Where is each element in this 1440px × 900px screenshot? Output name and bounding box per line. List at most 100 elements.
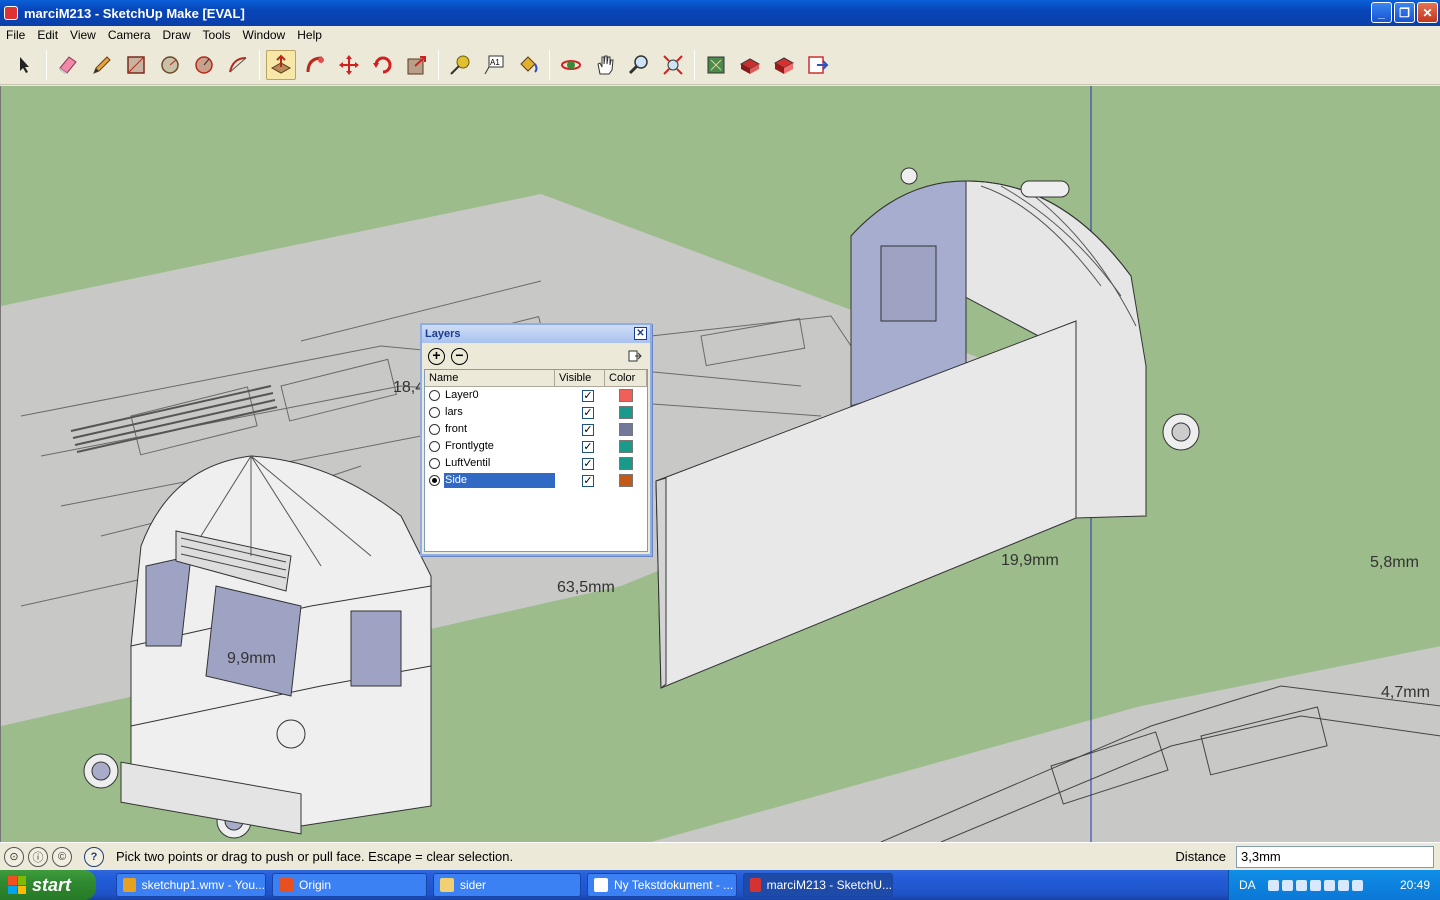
credits-icon[interactable]: ⓘ xyxy=(28,846,48,867)
wifi-icon[interactable] xyxy=(1351,879,1363,891)
column-header-color[interactable]: Color xyxy=(605,370,647,386)
taskbar-task[interactable]: Ny Tekstdokument - ... xyxy=(587,873,737,897)
close-button[interactable]: ✕ xyxy=(1417,2,1438,23)
layer-color-swatch[interactable] xyxy=(619,457,633,470)
layer-name[interactable]: lars xyxy=(444,405,555,420)
polygon-tool-button[interactable] xyxy=(189,50,219,80)
tape-measure-tool-button[interactable] xyxy=(445,50,475,80)
taskbar-task[interactable]: sketchup1.wmv - You... xyxy=(116,873,266,897)
rotate-tool-button[interactable] xyxy=(368,50,398,80)
help-icon[interactable]: ? xyxy=(84,846,104,867)
eraser-tool-button[interactable] xyxy=(53,50,83,80)
layer-name[interactable]: LuftVentil xyxy=(444,456,555,471)
scale-tool-button[interactable] xyxy=(402,50,432,80)
clock[interactable]: 20:49 xyxy=(1400,878,1430,892)
arc-tool-button[interactable] xyxy=(223,50,253,80)
taskbar-task[interactable]: Origin xyxy=(272,873,427,897)
layer-row[interactable]: Frontlygte ✓ xyxy=(425,438,647,455)
push-pull-tool-button[interactable] xyxy=(266,49,296,80)
follow-me-tool-button[interactable] xyxy=(300,50,330,80)
column-header-visible[interactable]: Visible xyxy=(555,370,605,386)
menu-draw[interactable]: Draw xyxy=(157,28,197,42)
add-layer-button[interactable]: + xyxy=(428,347,445,365)
layer-color-swatch[interactable] xyxy=(619,440,633,453)
layers-close-button[interactable]: ✕ xyxy=(634,327,647,340)
layer-color-swatch[interactable] xyxy=(619,389,633,402)
components-button[interactable] xyxy=(769,50,799,80)
sign-in-icon[interactable]: © xyxy=(52,846,72,867)
send-to-layout-button[interactable] xyxy=(803,50,833,80)
measurement-input[interactable]: 3,3mm xyxy=(1236,846,1434,868)
layers-dialog-titlebar[interactable]: Layers ✕ xyxy=(422,325,650,343)
layer-row[interactable]: lars ✓ xyxy=(425,404,647,421)
layer-color-swatch[interactable] xyxy=(619,474,633,487)
model-viewport[interactable]: 18,4 63,5mm 19,9mm 9,9mm 5,8mm 4,7mm xyxy=(0,86,1440,842)
layer-visible-checkbox[interactable]: ✓ xyxy=(582,389,594,402)
share-model-button[interactable] xyxy=(735,50,765,80)
eraser-icon xyxy=(59,55,77,74)
menu-window[interactable]: Window xyxy=(237,28,292,42)
layer-row[interactable]: LuftVentil ✓ xyxy=(425,455,647,472)
menu-camera[interactable]: Camera xyxy=(102,28,157,42)
paint-bucket-tool-button[interactable] xyxy=(513,50,543,80)
menu-edit[interactable]: Edit xyxy=(31,28,64,42)
menu-view[interactable]: View xyxy=(64,28,102,42)
text-tool-button[interactable]: A1 xyxy=(479,50,509,80)
layer-color-swatch[interactable] xyxy=(619,423,633,436)
active-layer-radio[interactable] xyxy=(429,475,440,486)
circle-tool-button[interactable] xyxy=(155,50,185,80)
layer-row[interactable]: front ✓ xyxy=(425,421,647,438)
minimize-button[interactable]: _ xyxy=(1371,2,1392,23)
taskbar-task[interactable]: sider xyxy=(433,873,581,897)
layer-name[interactable]: Side xyxy=(444,473,555,488)
layer-visible-checkbox[interactable]: ✓ xyxy=(582,474,594,487)
layer-visible-checkbox[interactable]: ✓ xyxy=(582,406,594,419)
active-layer-radio[interactable] xyxy=(429,424,440,435)
menu-help[interactable]: Help xyxy=(291,28,328,42)
tray-expand-icon[interactable] xyxy=(1267,879,1279,891)
active-layer-radio[interactable] xyxy=(429,407,440,418)
zoom-tool-button[interactable] xyxy=(624,50,654,80)
menu-tools[interactable]: Tools xyxy=(197,28,237,42)
get-models-button[interactable] xyxy=(701,50,731,80)
layer-row[interactable]: Layer0 ✓ xyxy=(425,387,647,404)
layer-color-cell xyxy=(605,389,647,402)
layer-name[interactable]: Layer0 xyxy=(444,388,555,403)
sketchup-app-icon[interactable] xyxy=(4,6,18,20)
layers-dialog[interactable]: Layers ✕ + − Name Visible Color Layer0 ✓ l… xyxy=(420,323,652,556)
orbit-tool-button[interactable] xyxy=(556,50,586,80)
zoom-extents-tool-button[interactable] xyxy=(658,50,688,80)
layer-visible-checkbox[interactable]: ✓ xyxy=(582,440,594,453)
select-tool-button[interactable] xyxy=(10,50,40,80)
active-layer-radio[interactable] xyxy=(429,390,440,401)
svg-text:A1: A1 xyxy=(490,58,500,67)
restore-button[interactable]: ❐ xyxy=(1394,2,1415,23)
active-layer-radio[interactable] xyxy=(429,441,440,452)
reference-blueprint-sheet-lower xyxy=(651,646,1440,842)
taskbar-task[interactable]: marciM213 - SketchU... xyxy=(743,873,893,897)
status-bar: ⊙ ⓘ © ? Pick two points or drag to push … xyxy=(0,842,1440,870)
antivirus-icon[interactable] xyxy=(1337,879,1349,891)
layer-name[interactable]: front xyxy=(444,422,555,437)
layer-name[interactable]: Frontlygte xyxy=(444,439,555,454)
pan-tool-button[interactable] xyxy=(590,50,620,80)
layer-color-swatch[interactable] xyxy=(619,406,633,419)
network-icon[interactable] xyxy=(1281,879,1293,891)
geo-location-icon[interactable]: ⊙ xyxy=(4,846,24,867)
menu-file[interactable]: File xyxy=(0,28,31,42)
rectangle-tool-button[interactable] xyxy=(121,50,151,80)
volume-icon[interactable] xyxy=(1295,879,1307,891)
layer-row[interactable]: Side ✓ xyxy=(425,472,647,489)
layer-visible-checkbox[interactable]: ✓ xyxy=(582,423,594,436)
security-icon[interactable] xyxy=(1309,879,1321,891)
layer-details-button[interactable] xyxy=(628,349,642,363)
update-icon[interactable] xyxy=(1323,879,1335,891)
start-button[interactable]: start xyxy=(0,870,96,900)
column-header-name[interactable]: Name xyxy=(425,370,555,386)
language-indicator[interactable]: DA xyxy=(1239,878,1256,892)
active-layer-radio[interactable] xyxy=(429,458,440,469)
layer-visible-checkbox[interactable]: ✓ xyxy=(582,457,594,470)
move-tool-button[interactable] xyxy=(334,50,364,80)
pencil-tool-button[interactable] xyxy=(87,50,117,80)
delete-layer-button[interactable]: − xyxy=(451,347,468,365)
